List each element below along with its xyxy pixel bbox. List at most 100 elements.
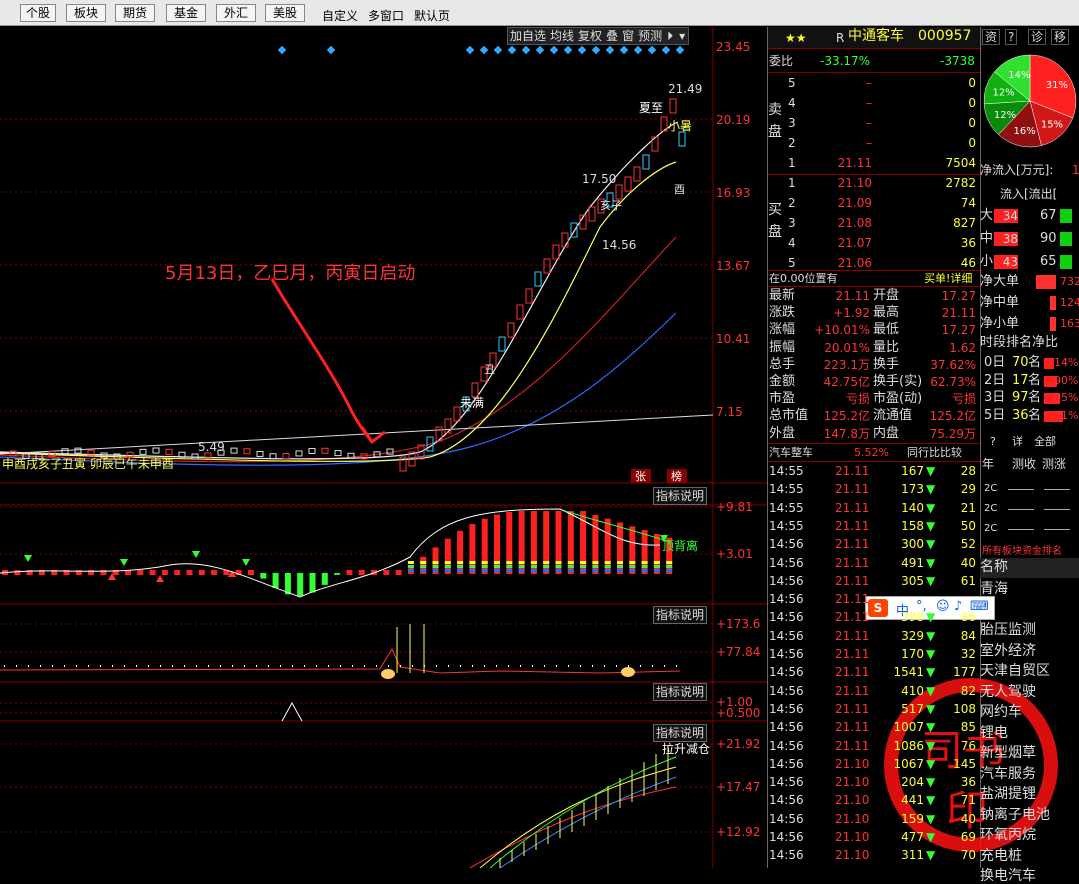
board-list-item[interactable]: 充电桩 (980, 849, 1022, 863)
tab-futures[interactable]: 期货 (115, 4, 155, 22)
quote-key: 市盈 (769, 391, 796, 407)
overlay-button[interactable]: 叠 (604, 28, 620, 44)
multi-window-tool[interactable]: 多窗口 (368, 7, 404, 24)
chart-button-bar: 加自选 均线 复权 叠 窗 预测 ⏵ ▾ (507, 27, 690, 45)
ind2-dot (364, 665, 365, 667)
ind2-dot (652, 665, 653, 667)
board-list-item[interactable]: 锂电 (980, 726, 1008, 740)
board-list-item[interactable]: 钠离子电池 (980, 808, 1050, 822)
side-tab[interactable]: 移 (1051, 29, 1070, 45)
macd-stripe (641, 569, 648, 572)
ma-button[interactable]: 均线 (548, 28, 576, 44)
trade-time: 14:55 (769, 464, 804, 478)
quote-value: 42.75亿 (823, 375, 870, 389)
macd-bar (297, 573, 304, 596)
trade-count: 70 (960, 848, 976, 863)
indicator-help-button-3[interactable]: 指标说明 (653, 683, 708, 701)
candle (552, 244, 560, 260)
board-list-item[interactable]: 室外经济 (980, 644, 1036, 658)
board-list-item[interactable]: 换电汽车 (980, 869, 1036, 883)
kline-chart-area[interactable]: 5月13日，乙巳月，丙寅日启动 21.49 17.50 14.56 5.49 夏… (0, 27, 767, 869)
buy-detail-link[interactable]: 买单!详细 (924, 272, 972, 286)
buy-label: 买盘 (768, 202, 782, 240)
macd-stripe (530, 561, 537, 564)
add-watchlist-button[interactable]: 加自选 (508, 28, 548, 44)
diamond-marker (326, 45, 336, 55)
chevron-down-icon[interactable]: ▾ (676, 28, 688, 44)
mini-head[interactable]: 测收 (1012, 457, 1036, 471)
down-arrow-icon: ▼ (926, 665, 936, 680)
sector-compare-button[interactable]: 同行比比较 (907, 446, 962, 460)
tab-stock[interactable]: 个股 (20, 4, 56, 22)
default-page-tool[interactable]: 默认页 (414, 7, 450, 24)
window-button[interactable]: 窗 (620, 28, 636, 44)
buy-level: 5 (788, 256, 796, 270)
buy-price: 21.09 (837, 196, 872, 210)
quote-value: 75.29万 (929, 426, 976, 441)
forecast-button[interactable]: 预测 (636, 28, 664, 44)
indicator-help-button-2[interactable]: 指标说明 (653, 606, 708, 624)
ind2-dot (52, 665, 53, 667)
flow-in-bar: 38 (994, 232, 1018, 246)
trade-volume: 159 (901, 811, 924, 826)
board-list-item[interactable]: 青海 (980, 582, 1008, 596)
tab-us-stocks[interactable]: 美股 (265, 4, 305, 22)
tab-forex[interactable]: 外汇 (216, 4, 256, 22)
mini-row-line (1008, 529, 1034, 530)
sell-arrow-icon (192, 551, 200, 558)
quote-key: 流通值 (873, 408, 913, 424)
board-list-item[interactable]: 新型烟草 (980, 746, 1036, 760)
indicator-help-button-4[interactable]: 指标说明 (653, 724, 708, 742)
macd-bar (321, 573, 328, 585)
board-list-item[interactable]: 胎压监测 (980, 623, 1036, 637)
board-list-item[interactable]: 无人驾驶 (980, 685, 1036, 699)
macd-stripe (555, 569, 562, 572)
macd-stripe (444, 561, 451, 564)
trade-volume: 173 (901, 482, 924, 497)
indicator-help-button-1[interactable]: 指标说明 (653, 487, 708, 505)
trade-volume: 204 (901, 775, 924, 790)
tab-sector[interactable]: 板块 (66, 4, 106, 22)
mini-tab[interactable]: 详 (1012, 435, 1023, 449)
ind1-axis-2: +3.01 (716, 547, 753, 561)
trade-time: 14:56 (769, 793, 804, 808)
net-flow-value: 732 (1060, 275, 1079, 288)
trade-volume: 167 (901, 464, 924, 478)
mini-tab[interactable]: 全部 (1034, 435, 1056, 449)
play-icon[interactable]: ⏵ (664, 28, 676, 44)
adjust-button[interactable]: 复权 (576, 28, 604, 44)
rank-day: 2日 (984, 372, 1006, 388)
board-list-item[interactable]: 环氧丙烷 (980, 828, 1036, 842)
board-list-item[interactable]: 网约车 (980, 705, 1022, 719)
ind2-dot (28, 665, 29, 667)
trade-volume: 305 (901, 573, 924, 588)
mini-tab[interactable]: ? (990, 435, 996, 449)
macd-stripe (481, 565, 488, 568)
macd-stripe (407, 569, 414, 572)
ind2-dot (316, 665, 317, 667)
ind4-line-red (469, 786, 677, 869)
buy-volume: 2782 (945, 176, 976, 190)
quote-key: 外盘 (769, 425, 796, 441)
sell-price: – (866, 116, 872, 130)
sell-volume: 0 (968, 136, 976, 150)
board-list-item[interactable]: 汽车服务 (980, 767, 1036, 781)
side-tab[interactable]: 资 (982, 29, 1001, 45)
mini-head[interactable]: 测涨 (1042, 457, 1066, 471)
net-flow-bar (1050, 317, 1056, 331)
board-list-item[interactable]: 盐湖提锂 (980, 787, 1036, 801)
side-tab[interactable]: 诊 (1028, 29, 1047, 45)
stock-stars: ★★ (785, 31, 807, 45)
start-annotation: 5月13日，乙巳月，丙寅日启动 (165, 263, 415, 284)
candle (191, 453, 199, 460)
ind2-dot (112, 665, 113, 667)
tab-funds[interactable]: 基金 (166, 4, 206, 22)
side-tab[interactable]: ? (1005, 29, 1018, 45)
board-list-item[interactable]: 天津自贸区 (980, 664, 1050, 678)
mini-head[interactable]: 年 (982, 457, 994, 471)
sector-name[interactable]: 汽车整车 (769, 446, 813, 460)
trade-price: 21.11 (835, 701, 870, 716)
custom-tool[interactable]: 自定义 (322, 7, 358, 24)
macd-stripe (506, 565, 513, 568)
sector-pct: 5.52% (854, 446, 889, 459)
